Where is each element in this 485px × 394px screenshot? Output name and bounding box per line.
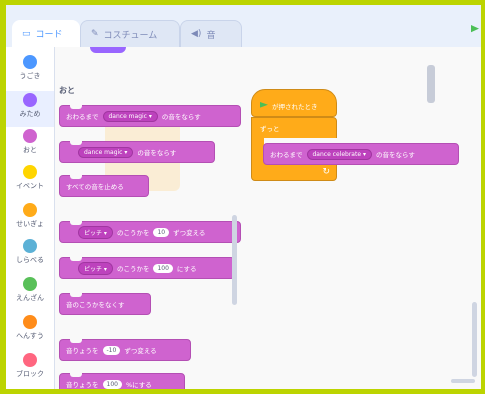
script-area[interactable]: が押されたとき ずっと ↻ おわるまで dance celebrate ▾ の音…: [241, 47, 481, 389]
category-variables[interactable]: へんすう: [6, 315, 54, 349]
editor-tabs: ▭ コード ✎ コスチューム ◀) 音: [6, 5, 481, 47]
block-change-effect[interactable]: ピッチ ▾ のこうかを 10 ずつ変える: [59, 221, 241, 243]
green-flag-icon[interactable]: [471, 25, 479, 33]
block-set-volume[interactable]: 音りょうを 100 %にする: [59, 373, 185, 389]
script-horizontal-scrollbar[interactable]: [451, 379, 475, 383]
block-play-sound-until-done[interactable]: おわるまで dance magic ▾ の音をならす: [59, 105, 241, 127]
script-vertical-scrollbar[interactable]: [472, 302, 477, 377]
scratch-editor: ▭ コード ✎ コスチューム ◀) 音 うごき みため おと イベント せいぎょ…: [6, 5, 481, 389]
category-looks[interactable]: みため: [6, 91, 54, 127]
sound-dropdown[interactable]: dance celebrate ▾: [306, 148, 372, 160]
sound-dropdown[interactable]: dance magic ▾: [102, 110, 158, 122]
brush-icon: ✎: [91, 29, 99, 39]
category-sensing[interactable]: しらべる: [6, 239, 54, 273]
looks-block-fragment[interactable]: [90, 47, 126, 53]
category-dot: [23, 239, 37, 253]
volume-value-input[interactable]: 100: [102, 379, 122, 389]
effect-value-input[interactable]: 100: [153, 263, 173, 273]
tab-code[interactable]: ▭ コード: [12, 20, 80, 47]
green-flag-icon: [260, 102, 268, 108]
block-stop-all-sounds[interactable]: すべての音を止める: [59, 175, 149, 197]
loop-arrow-icon: ↻: [322, 167, 330, 177]
effect-dropdown[interactable]: ピッチ ▾: [78, 261, 113, 275]
category-dot: [23, 129, 37, 143]
effect-value-input[interactable]: 10: [153, 227, 170, 237]
tab-sounds[interactable]: ◀) 音: [180, 20, 242, 47]
tab-costumes[interactable]: ✎ コスチューム: [80, 20, 180, 47]
category-menu: うごき みため おと イベント せいぎょ しらべる えんざん へんすう ブロック: [6, 47, 55, 389]
category-dot: [23, 203, 37, 217]
category-dot: [23, 353, 37, 367]
category-dot: [23, 277, 37, 291]
block-clear-sound-effects[interactable]: 音のこうかをなくす: [59, 293, 151, 315]
category-motion[interactable]: うごき: [6, 55, 54, 89]
block-set-effect[interactable]: ピッチ ▾ のこうかを 100 にする: [59, 257, 235, 279]
block-palette: おと おわるまで dance magic ▾ の音をならす dance magi…: [55, 47, 242, 389]
category-operators[interactable]: えんざん: [6, 277, 54, 311]
category-sound[interactable]: おと: [6, 129, 54, 163]
section-title-sound: おと: [59, 86, 75, 95]
category-dot: [23, 93, 37, 107]
block-start-sound[interactable]: dance magic ▾ の音をならす: [59, 141, 215, 163]
category-dot: [23, 315, 37, 329]
code-icon: ▭: [22, 28, 31, 39]
speaker-icon: ◀): [191, 29, 202, 39]
category-dot: [23, 165, 37, 179]
effect-dropdown[interactable]: ピッチ ▾: [78, 225, 113, 239]
category-my-blocks[interactable]: ブロック: [6, 353, 54, 387]
category-control[interactable]: せいぎょ: [6, 203, 54, 237]
sprite-indicator: [427, 65, 435, 103]
category-dot: [23, 55, 37, 69]
volume-value-input[interactable]: -10: [102, 345, 121, 355]
block-when-flag-clicked[interactable]: が押されたとき: [251, 89, 337, 117]
category-events[interactable]: イベント: [6, 165, 54, 199]
block-change-volume[interactable]: 音りょうを -10 ずつ変える: [59, 339, 191, 361]
palette-scrollbar[interactable]: [232, 215, 237, 305]
sound-dropdown[interactable]: dance magic ▾: [78, 146, 134, 158]
block-play-sound-until-done-script[interactable]: おわるまで dance celebrate ▾ の音をならす: [263, 143, 459, 165]
